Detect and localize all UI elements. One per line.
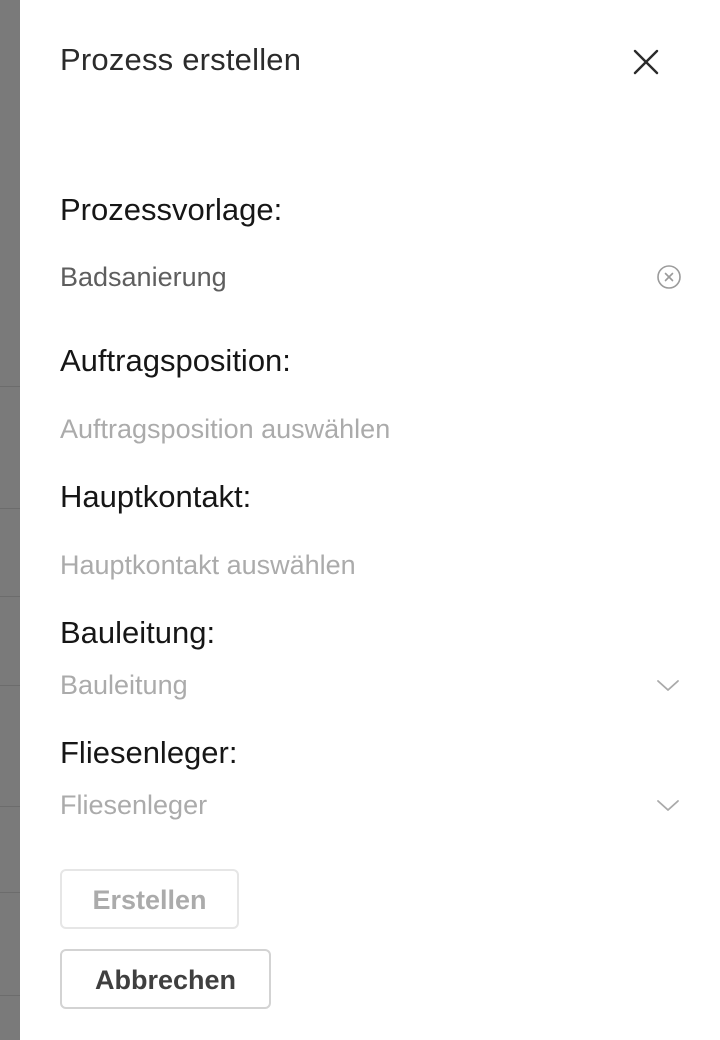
process-template-select[interactable]: Badsanierung	[60, 256, 681, 300]
site-management-placeholder: Bauleitung	[60, 670, 188, 700]
main-contact-select[interactable]: Hauptkontakt auswählen	[60, 544, 680, 588]
close-button[interactable]	[626, 42, 666, 82]
background-overlay	[0, 0, 20, 1040]
chevron-down-icon	[656, 794, 680, 818]
close-icon	[633, 49, 659, 75]
background-divider	[0, 892, 20, 893]
create-button[interactable]: Erstellen	[60, 869, 239, 929]
order-position-select[interactable]: Auftragsposition auswählen	[60, 408, 680, 452]
main-contact-label: Hauptkontakt:	[60, 479, 252, 514]
background-divider	[0, 596, 20, 597]
clear-circle-icon	[657, 265, 681, 289]
process-template-value: Badsanierung	[60, 262, 227, 292]
create-process-panel: Prozess erstellen Prozessvorlage: Badsan…	[20, 0, 720, 1040]
process-template-label: Prozessvorlage:	[60, 192, 283, 227]
cancel-button[interactable]: Abbrechen	[60, 949, 271, 1009]
panel-title: Prozess erstellen	[60, 42, 302, 77]
background-divider	[0, 995, 20, 996]
tiler-select[interactable]: Fliesenleger	[60, 784, 680, 828]
background-divider	[0, 508, 20, 509]
order-position-placeholder: Auftragsposition auswählen	[60, 414, 391, 444]
background-divider	[0, 806, 20, 807]
clear-selection-button[interactable]	[656, 264, 681, 289]
main-contact-placeholder: Hauptkontakt auswählen	[60, 550, 356, 580]
tiler-label: Fliesenleger:	[60, 735, 238, 770]
tiler-placeholder: Fliesenleger	[60, 790, 208, 820]
site-management-label: Bauleitung:	[60, 615, 216, 650]
order-position-label: Auftragsposition:	[60, 343, 291, 378]
background-divider	[0, 386, 20, 387]
site-management-select[interactable]: Bauleitung	[60, 664, 680, 708]
background-divider	[0, 685, 20, 686]
chevron-down-icon	[656, 674, 680, 698]
